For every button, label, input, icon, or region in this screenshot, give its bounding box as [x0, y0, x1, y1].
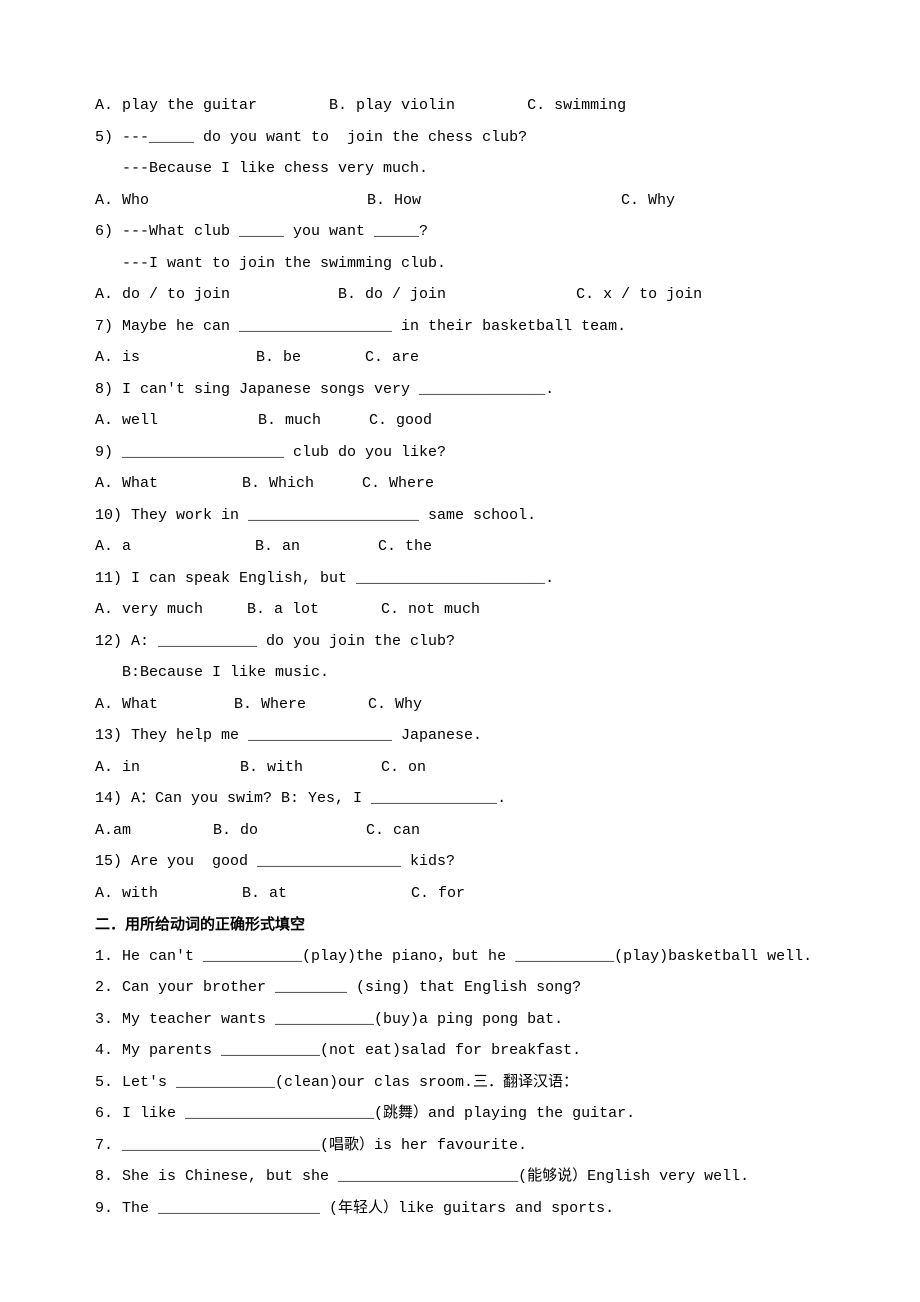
- q14-opt-b: B. do: [213, 822, 258, 839]
- q7-opt-a: A. is: [95, 349, 140, 366]
- q15-opt-a: A. with: [95, 885, 158, 902]
- q5-stem-2: ---Because I like chess very much.: [95, 153, 835, 185]
- q13-opt-b: B. with: [240, 759, 303, 776]
- section-2-heading: 二．用所给动词的正确形式填空: [95, 909, 835, 941]
- q6-stem-2: ---I want to join the swimming club.: [95, 248, 835, 280]
- q12-options: A. What B. Where C. Why: [95, 689, 835, 721]
- q5-opt-c: C. Why: [621, 192, 675, 209]
- q8-opt-b: B. much: [258, 412, 321, 429]
- q6-opt-a: A. do / to join: [95, 286, 230, 303]
- s2-item-1: 1. He can't ___________(play)the piano，b…: [95, 941, 835, 973]
- q11-opt-a: A. very much: [95, 601, 203, 618]
- q12-stem-2: B:Because I like music.: [95, 657, 835, 689]
- q7-stem: 7) Maybe he can _________________ in the…: [95, 311, 835, 343]
- s2-item-9: 9. The __________________ (年轻人）like guit…: [95, 1193, 835, 1225]
- q11-options: A. very much B. a lot C. not much: [95, 594, 835, 626]
- q13-opt-c: C. on: [381, 759, 426, 776]
- s2-item-6: 6. I like _____________________(跳舞）and p…: [95, 1098, 835, 1130]
- s2-item-3: 3. My teacher wants ___________(buy)a pi…: [95, 1004, 835, 1036]
- q12-opt-b: B. Where: [234, 696, 306, 713]
- q15-opt-b: B. at: [242, 885, 287, 902]
- q11-stem: 11) I can speak English, but ___________…: [95, 563, 835, 595]
- q5-opt-b: B. How: [367, 192, 421, 209]
- q10-opt-b: B. an: [255, 538, 300, 555]
- q7-options: A. is B. be C. are: [95, 342, 835, 374]
- s2-item-8: 8. She is Chinese, but she _____________…: [95, 1161, 835, 1193]
- q14-opt-c: C. can: [366, 822, 420, 839]
- q8-stem: 8) I can't sing Japanese songs very ____…: [95, 374, 835, 406]
- q6-stem-1: 6) ---What club _____ you want _____?: [95, 216, 835, 248]
- q12-stem-1: 12) A: ___________ do you join the club?: [95, 626, 835, 658]
- q12-opt-a: A. What: [95, 696, 158, 713]
- q9-stem: 9) __________________ club do you like?: [95, 437, 835, 469]
- q8-opt-c: C. good: [369, 412, 432, 429]
- q8-opt-a: A. well: [95, 412, 158, 429]
- q5-options: A. Who B. How C. Why: [95, 185, 835, 217]
- q14-opt-a: A.am: [95, 822, 131, 839]
- q9-options: A. What B. Which C. Where: [95, 468, 835, 500]
- q10-options: A. a B. an C. the: [95, 531, 835, 563]
- q12-opt-c: C. Why: [368, 696, 422, 713]
- q13-options: A. in B. with C. on: [95, 752, 835, 784]
- q13-stem: 13) They help me ________________ Japane…: [95, 720, 835, 752]
- q9-opt-c: C. Where: [362, 475, 434, 492]
- q4-options: A. play the guitar B. play violin C. swimm…: [95, 90, 835, 122]
- q6-opt-b: B. do / join: [338, 286, 446, 303]
- q9-opt-b: B. Which: [242, 475, 314, 492]
- q11-opt-b: B. a lot: [247, 601, 319, 618]
- q5-opt-a: A. Who: [95, 192, 149, 209]
- q9-opt-a: A. What: [95, 475, 158, 492]
- q14-stem: 14) A：Can you swim? B: Yes, I __________…: [95, 783, 835, 815]
- q6-options: A. do / to join B. do / join C. x / to joi…: [95, 279, 835, 311]
- q15-stem: 15) Are you good ________________ kids?: [95, 846, 835, 878]
- q4-opt-c: C. swimming: [527, 97, 626, 114]
- q5-stem-1: 5) ---_____ do you want to join the ches…: [95, 122, 835, 154]
- q4-opt-b: B. play violin: [329, 97, 455, 114]
- s2-item-4: 4. My parents ___________(not eat)salad …: [95, 1035, 835, 1067]
- q10-stem: 10) They work in ___________________ sam…: [95, 500, 835, 532]
- q15-options: A. with B. at C. for: [95, 878, 835, 910]
- q7-opt-b: B. be: [256, 349, 301, 366]
- q14-options: A.am B. do C. can: [95, 815, 835, 847]
- q10-opt-c: C. the: [378, 538, 432, 555]
- q6-opt-c: C. x / to join: [576, 286, 702, 303]
- s2-item-2: 2. Can your brother ________ (sing) that…: [95, 972, 835, 1004]
- s2-item-7: 7. ______________________(唱歌）is her favo…: [95, 1130, 835, 1162]
- q10-opt-a: A. a: [95, 538, 131, 555]
- q8-options: A. well B. much C. good: [95, 405, 835, 437]
- s2-item-5: 5. Let's ___________(clean)our clas sroo…: [95, 1067, 835, 1099]
- q11-opt-c: C. not much: [381, 601, 480, 618]
- q4-opt-a: A. play the guitar: [95, 97, 257, 114]
- q13-opt-a: A. in: [95, 759, 140, 776]
- q7-opt-c: C. are: [365, 349, 419, 366]
- q15-opt-c: C. for: [411, 885, 465, 902]
